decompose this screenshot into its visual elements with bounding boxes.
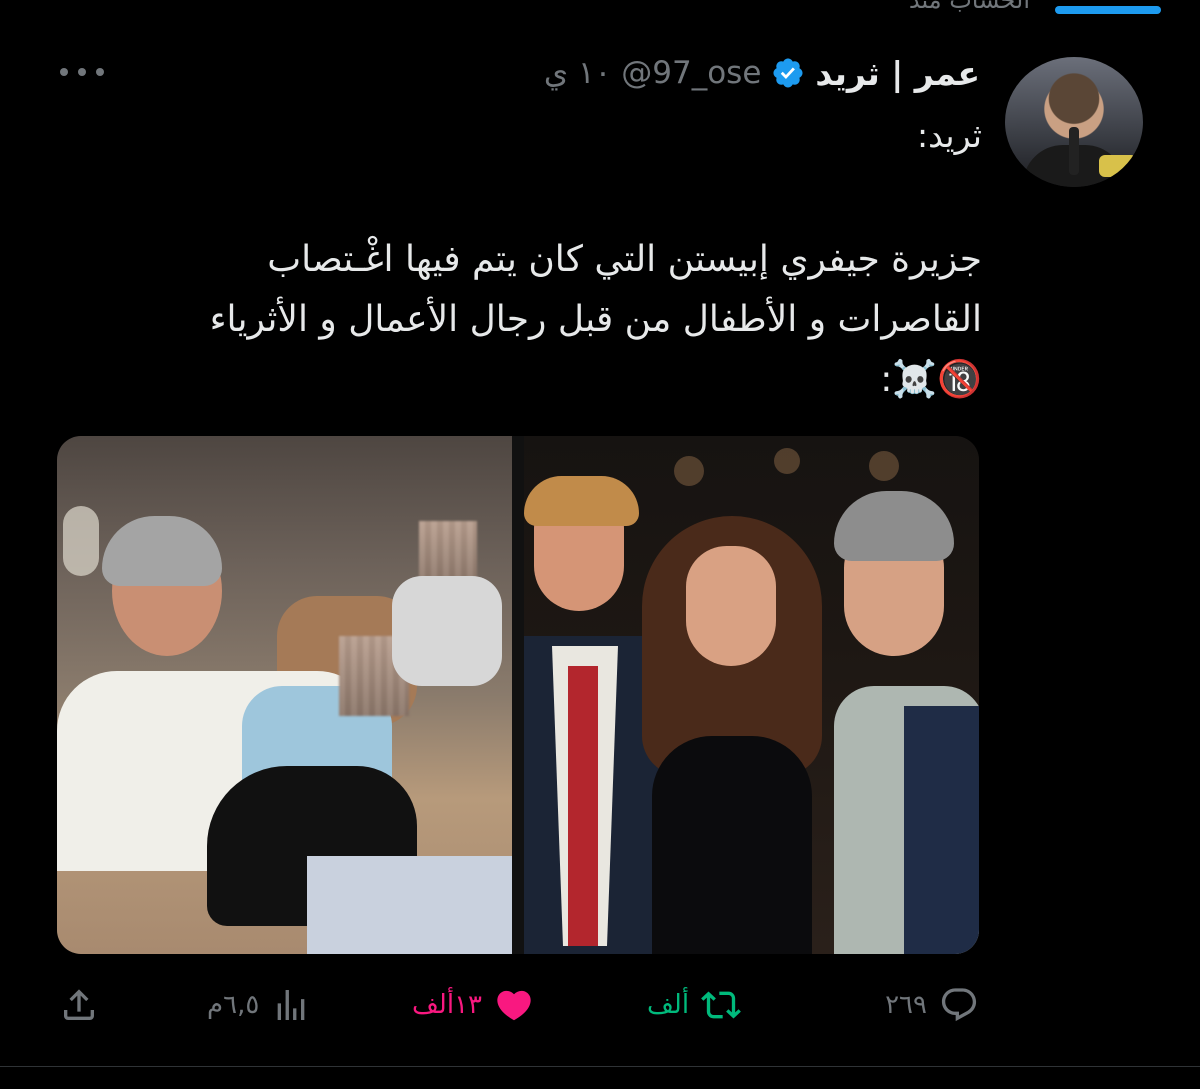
more-icon[interactable] xyxy=(60,62,104,82)
tweet-time[interactable]: ١٠ ي xyxy=(544,55,611,91)
views-count: ٦,٥م xyxy=(207,990,260,1020)
woman-face xyxy=(686,546,776,666)
top-context-pill xyxy=(1055,6,1161,14)
right-man-jacket xyxy=(904,706,979,954)
share-button[interactable] xyxy=(59,980,99,1030)
light-pants xyxy=(307,856,512,954)
tweet-body: جزيرة جيفري إبيستن التي كان يتم فيها اغْ… xyxy=(50,230,982,410)
media-photo-right[interactable] xyxy=(524,436,979,954)
reply-icon xyxy=(941,988,977,1022)
tweet-divider xyxy=(0,1066,1200,1067)
tweet-body-line: 🔞☠️: xyxy=(880,359,982,400)
heart-icon xyxy=(497,990,531,1021)
retweet-button[interactable]: ألف xyxy=(647,980,741,1030)
retweet-icon xyxy=(701,991,741,1019)
author-avatar[interactable] xyxy=(1005,57,1143,187)
like-button[interactable]: ١٣ألف xyxy=(412,980,534,1030)
views-button[interactable]: ٦,٥م xyxy=(207,980,311,1030)
top-context-bar: الحساب منذ xyxy=(0,0,1200,30)
like-count: ١٣ألف xyxy=(412,990,482,1020)
share-icon xyxy=(64,989,94,1020)
plane-window xyxy=(63,506,99,576)
views-icon xyxy=(277,990,305,1020)
right-man-hair xyxy=(834,491,954,561)
bokeh-light xyxy=(869,451,899,481)
retweet-count: ألف xyxy=(647,990,690,1020)
author-name[interactable]: عمر | ثريد xyxy=(815,54,980,93)
reply-count: ٢٦٩ xyxy=(885,990,927,1020)
left-man-hair xyxy=(524,476,639,526)
top-context-text: الحساب منذ xyxy=(908,0,1030,14)
black-dress xyxy=(652,736,812,954)
verified-badge-icon xyxy=(773,58,803,88)
tweet-body-line: القاصرات و الأطفال من قبل رجال الأعمال و… xyxy=(209,299,982,340)
tweet-media[interactable] xyxy=(57,436,979,954)
tweet-header: عمر | ثريد @97_ose ١٠ ي xyxy=(440,52,980,94)
more-dot xyxy=(78,68,86,76)
more-dot xyxy=(60,68,68,76)
tweet-actions: ٢٦٩ ألف ١٣ألف ٦,٥م xyxy=(57,980,979,1030)
background-person xyxy=(392,576,502,686)
reply-button[interactable]: ٢٦٩ xyxy=(885,980,979,1030)
man-hair xyxy=(102,516,222,586)
thread-label: ثريد: xyxy=(916,116,982,155)
avatar-microphone xyxy=(1069,127,1079,175)
author-handle[interactable]: @97_ose xyxy=(621,55,761,91)
red-tie xyxy=(568,666,598,946)
bokeh-light xyxy=(774,448,800,474)
bokeh-light xyxy=(674,456,704,486)
avatar-background-sign xyxy=(1099,155,1137,177)
media-photo-left[interactable] xyxy=(57,436,512,954)
more-dot xyxy=(96,68,104,76)
tweet-body-line: جزيرة جيفري إبيستن التي كان يتم فيها اغْ… xyxy=(267,239,982,280)
